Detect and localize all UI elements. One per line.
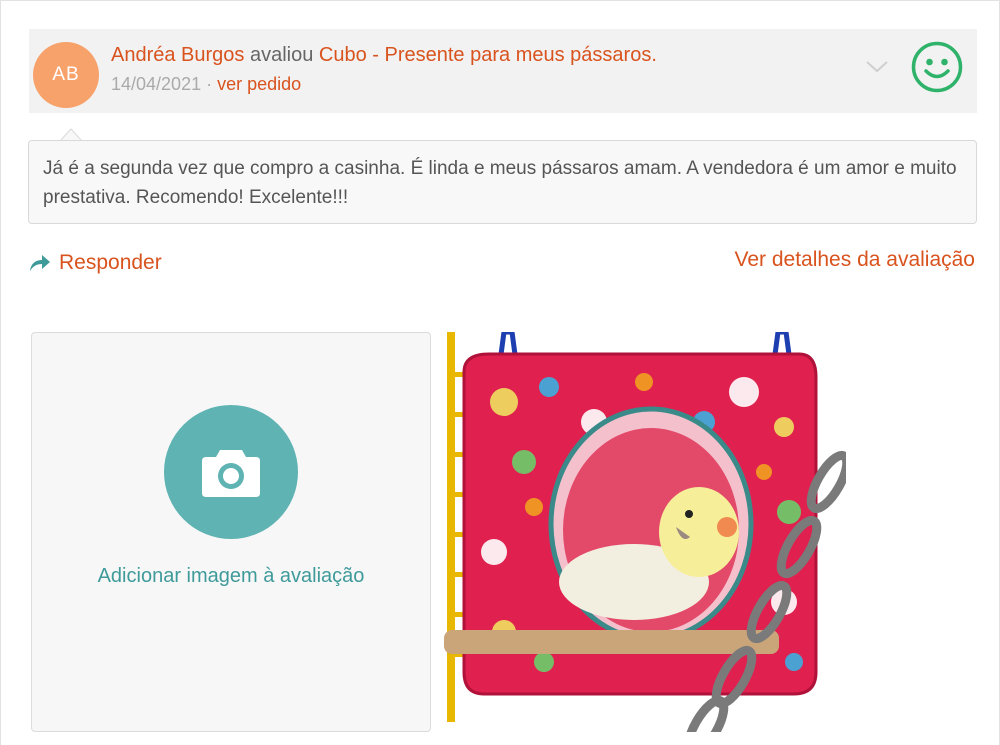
chevron-down-icon[interactable] <box>865 55 889 79</box>
add-image-button[interactable]: Adicionar imagem à avaliação <box>31 332 431 732</box>
camera-icon <box>202 450 260 497</box>
reply-label: Responder <box>59 251 162 274</box>
view-review-details-link[interactable]: Ver detalhes da avaliação <box>734 248 975 272</box>
reply-button[interactable]: Responder <box>29 251 162 275</box>
review-comment: Já é a segunda vez que compro a casinha.… <box>28 140 977 224</box>
meta-separator: · <box>201 74 218 94</box>
review-meta: 14/04/2021 · ver pedido <box>111 74 301 95</box>
reply-arrow-icon <box>30 255 50 271</box>
camera-circle <box>164 405 298 539</box>
happy-face-icon <box>911 41 963 93</box>
review-header: AB Andréa Burgos avaliou Cubo - Presente… <box>29 29 977 113</box>
product-link[interactable]: Cubo - Presente para meus pássaros. <box>319 44 657 66</box>
avatar: AB <box>33 42 99 108</box>
add-image-label: Adicionar imagem à avaliação <box>97 565 365 587</box>
review-date: 14/04/2021 <box>111 74 202 94</box>
review-photo[interactable] <box>444 332 846 732</box>
review-title: Andréa Burgos avaliou Cubo - Presente pa… <box>111 44 657 67</box>
review-card: AB Andréa Burgos avaliou Cubo - Presente… <box>0 0 1000 745</box>
action-text: avaliou <box>244 44 319 66</box>
reviewer-name[interactable]: Andréa Burgos <box>111 44 244 66</box>
view-order-link[interactable]: ver pedido <box>217 74 301 94</box>
